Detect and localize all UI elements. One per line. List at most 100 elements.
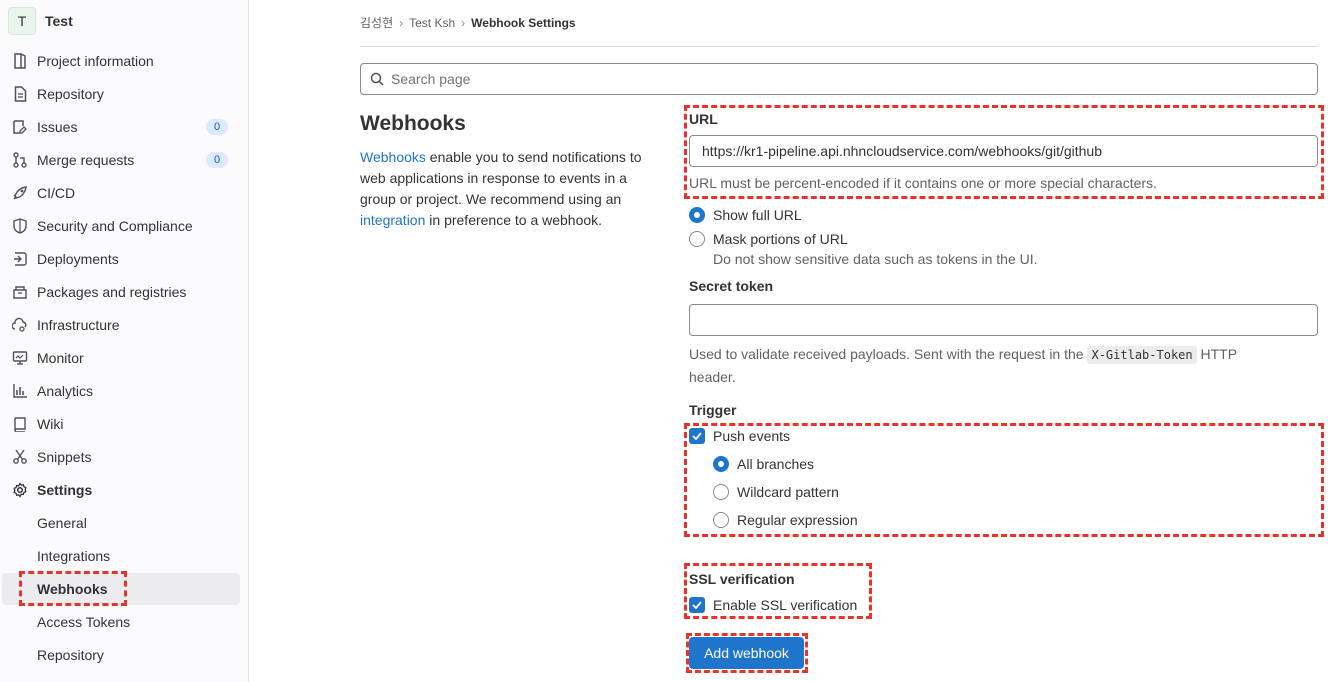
sidebar-item-wiki[interactable]: Wiki: [0, 408, 240, 440]
secret-token-help: Used to validate received payloads. Sent…: [689, 343, 1289, 388]
sidebar-subitem-webhooks[interactable]: Webhooks: [2, 573, 240, 605]
sidebar-item-label: Wiki: [37, 416, 64, 432]
breadcrumb: 김성현 › Test Ksh › Webhook Settings: [360, 14, 576, 31]
breadcrumb-item-current[interactable]: Webhook Settings: [471, 16, 575, 30]
chart-icon: [12, 383, 28, 399]
sidebar-item-issues[interactable]: Issues 0: [0, 111, 240, 143]
sidebar-subitem-label: Access Tokens: [37, 614, 131, 630]
sidebar-item-security[interactable]: Security and Compliance: [0, 210, 240, 242]
integration-link[interactable]: integration: [360, 212, 425, 228]
sidebar-item-label: Packages and registries: [37, 284, 187, 300]
monitor-icon: [12, 350, 28, 366]
push-events-label: Push events: [713, 428, 791, 444]
sidebar-subitem-repository[interactable]: Repository: [0, 639, 240, 671]
cloud-gear-icon: [12, 317, 28, 333]
page-title: Webhooks: [360, 112, 466, 135]
push-events-option[interactable]: Push events: [689, 428, 790, 444]
project-icon: [12, 53, 28, 69]
sidebar-item-label: Settings: [37, 482, 93, 498]
package-icon: [12, 284, 28, 300]
header-name-code: X-Gitlab-Token: [1087, 346, 1197, 364]
sidebar-item-packages[interactable]: Packages and registries: [0, 276, 240, 308]
show-full-url-option[interactable]: Show full URL: [689, 207, 802, 223]
search-icon: [370, 72, 384, 86]
mask-url-help: Do not show sensitive data such as token…: [713, 251, 1038, 267]
project-name: Test: [45, 13, 73, 29]
sidebar-item-label: CI/CD: [37, 185, 76, 201]
intro-text-2: in preference to a webhook.: [425, 212, 603, 228]
add-webhook-button[interactable]: Add webhook: [689, 637, 804, 669]
project-header[interactable]: T Test: [8, 6, 73, 36]
issues-count-badge: 0: [206, 119, 228, 135]
sidebar-item-deployments[interactable]: Deployments: [0, 243, 240, 275]
breadcrumb-item-user[interactable]: 김성현: [360, 14, 393, 31]
sidebar-item-repository[interactable]: Repository: [0, 78, 240, 110]
sidebar-item-project-information[interactable]: Project information: [0, 45, 240, 77]
sidebar-item-label: Snippets: [37, 449, 92, 465]
secret-help-text-2: HTTP: [1200, 346, 1238, 362]
ssl-label: SSL verification: [689, 571, 795, 587]
deployments-icon: [12, 251, 28, 267]
url-label: URL: [689, 111, 718, 127]
sidebar: T Test Project information Repository Is…: [0, 0, 249, 682]
wildcard-option[interactable]: Wildcard pattern: [713, 484, 839, 500]
mask-url-option[interactable]: Mask portions of URL: [689, 231, 848, 247]
sidebar-item-label: Repository: [37, 86, 104, 102]
header-divider: [360, 46, 1318, 47]
secret-token-label: Secret token: [689, 278, 774, 294]
all-branches-label: All branches: [737, 456, 815, 472]
chevron-right-icon: ›: [399, 15, 404, 30]
sidebar-item-analytics[interactable]: Analytics: [0, 375, 240, 407]
sidebar-item-label: Issues: [37, 119, 78, 135]
search-input[interactable]: Search page: [360, 63, 1318, 95]
sidebar-subitem-integrations[interactable]: Integrations: [0, 540, 240, 572]
search-placeholder: Search page: [391, 71, 471, 87]
breadcrumb-item-project[interactable]: Test Ksh: [409, 16, 455, 30]
sidebar-item-snippets[interactable]: Snippets: [0, 441, 240, 473]
wildcard-label: Wildcard pattern: [737, 484, 839, 500]
intro-description: Webhooks enable you to send notification…: [360, 147, 660, 231]
issues-icon: [12, 119, 28, 135]
radio-unselected[interactable]: [713, 484, 729, 500]
sidebar-subitem-general[interactable]: General: [0, 507, 240, 539]
sidebar-item-merge-requests[interactable]: Merge requests 0: [0, 144, 240, 176]
book-icon: [12, 416, 28, 432]
sidebar-item-label: Project information: [37, 53, 154, 69]
secret-help-text: Used to validate received payloads. Sent…: [689, 346, 1084, 362]
merge-request-icon: [12, 152, 28, 168]
settings-icon: [12, 482, 28, 498]
url-field[interactable]: https://kr1-pipeline.api.nhncloudservice…: [689, 135, 1318, 167]
sidebar-item-label: Security and Compliance: [37, 218, 193, 234]
scissors-icon: [12, 449, 28, 465]
radio-selected[interactable]: [713, 456, 729, 472]
ssl-verification-option[interactable]: Enable SSL verification: [689, 597, 857, 613]
sidebar-item-label: Deployments: [37, 251, 119, 267]
sidebar-subitem-label: General: [37, 515, 87, 531]
sidebar-item-settings[interactable]: Settings: [0, 474, 240, 506]
radio-unselected[interactable]: [689, 231, 705, 247]
sidebar-item-monitor[interactable]: Monitor: [0, 342, 240, 374]
checkbox-checked[interactable]: [689, 597, 705, 613]
regex-option[interactable]: Regular expression: [713, 512, 858, 528]
merge-requests-count-badge: 0: [206, 152, 228, 168]
sidebar-item-infrastructure[interactable]: Infrastructure: [0, 309, 240, 341]
show-full-url-label: Show full URL: [713, 207, 802, 223]
radio-unselected[interactable]: [713, 512, 729, 528]
chevron-right-icon: ›: [461, 15, 466, 30]
all-branches-option[interactable]: All branches: [713, 456, 814, 472]
webhooks-docs-link[interactable]: Webhooks: [360, 149, 426, 165]
url-help-text: URL must be percent-encoded if it contai…: [689, 175, 1157, 191]
ssl-enable-label: Enable SSL verification: [713, 597, 858, 613]
rocket-icon: [12, 185, 28, 201]
secret-token-field[interactable]: [689, 304, 1318, 336]
sidebar-subitem-access-tokens[interactable]: Access Tokens: [0, 606, 240, 638]
sidebar-item-label: Analytics: [37, 383, 94, 399]
checkbox-checked[interactable]: [689, 428, 705, 444]
sidebar-item-label: Infrastructure: [37, 317, 120, 333]
project-avatar: T: [8, 7, 36, 35]
sidebar-subitem-label: Repository: [37, 647, 104, 663]
radio-selected[interactable]: [689, 207, 705, 223]
regex-label: Regular expression: [737, 512, 858, 528]
sidebar-item-ci-cd[interactable]: CI/CD: [0, 177, 240, 209]
trigger-label: Trigger: [689, 402, 737, 418]
